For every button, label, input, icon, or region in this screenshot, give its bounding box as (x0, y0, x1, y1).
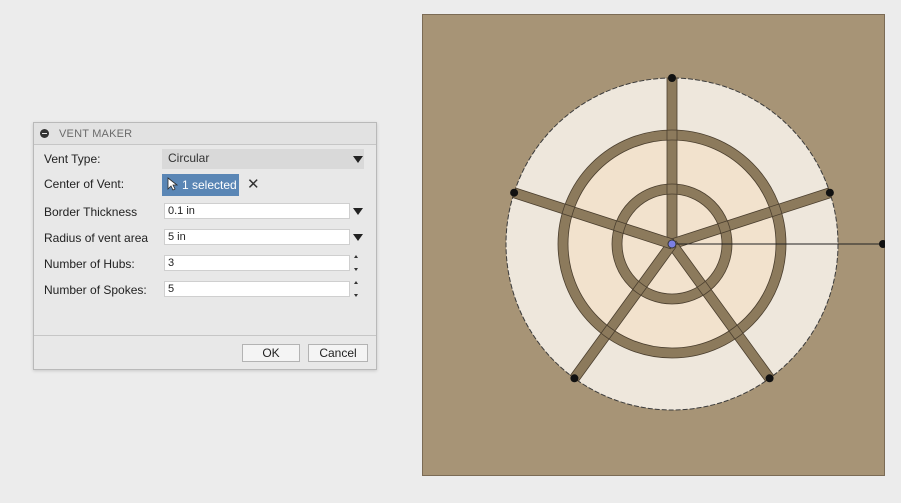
vent-spoke[interactable] (666, 77, 678, 245)
triangle-down-icon[interactable] (353, 156, 363, 163)
vent-type-value: Circular (168, 151, 210, 165)
cancel-button[interactable]: Cancel (308, 344, 368, 362)
vent-type-dropdown[interactable]: Circular (162, 149, 364, 169)
dialog-titlebar[interactable]: VENT MAKER (34, 123, 376, 145)
triangle-down-icon[interactable] (353, 234, 363, 241)
center-of-vent-label: Center of Vent: (44, 177, 125, 191)
spinner-down-icon[interactable] (354, 294, 358, 297)
spoke-handle[interactable] (668, 74, 676, 82)
radius-row: Radius of vent area 5 in (34, 228, 376, 248)
spokes-row: Number of Spokes: 5 (34, 280, 376, 300)
spinner-up-icon[interactable] (354, 255, 358, 258)
hubs-row: Number of Hubs: 3 (34, 254, 376, 274)
spoke-handle[interactable] (510, 188, 519, 197)
hubs-input[interactable]: 3 (164, 255, 350, 271)
spokes-input[interactable]: 5 (164, 281, 350, 297)
hubs-label: Number of Hubs: (44, 257, 135, 271)
spoke-handle[interactable] (825, 188, 834, 197)
spokes-label: Number of Spokes: (44, 283, 147, 297)
center-point[interactable] (667, 239, 677, 249)
close-icon[interactable]: ✕ (247, 175, 260, 193)
ok-button[interactable]: OK (242, 344, 300, 362)
pointer-cursor-icon (167, 177, 178, 191)
triangle-down-icon[interactable] (353, 208, 363, 215)
border-thickness-input[interactable]: 0.1 in (164, 203, 350, 219)
spinner-arrows-icon[interactable] (352, 255, 360, 271)
collapse-icon[interactable] (40, 129, 49, 138)
design-canvas[interactable] (422, 14, 885, 476)
spoke-handle[interactable] (570, 374, 579, 383)
center-selection-button[interactable]: 1 selected (162, 174, 239, 196)
spoke-handle[interactable] (765, 374, 774, 383)
radius-input[interactable]: 5 in (164, 229, 350, 245)
spinner-arrows-icon[interactable] (352, 281, 360, 297)
radius-handle[interactable] (879, 240, 885, 248)
vent-maker-dialog: VENT MAKER Vent Type: Circular Center of… (33, 122, 377, 370)
vent-type-row: Vent Type: Circular (34, 149, 376, 169)
center-selection-value: 1 selected (182, 178, 237, 192)
radius-label: Radius of vent area (44, 231, 149, 245)
vent-sketch (505, 74, 885, 411)
dialog-title: VENT MAKER (59, 127, 133, 140)
dialog-footer: OK Cancel (34, 335, 376, 370)
spinner-down-icon[interactable] (354, 268, 358, 271)
center-of-vent-row: Center of Vent: 1 selected ✕ (34, 174, 376, 196)
border-thickness-label: Border Thickness (44, 205, 138, 219)
vent-type-label: Vent Type: (44, 152, 101, 166)
spinner-up-icon[interactable] (354, 281, 358, 284)
border-thickness-row: Border Thickness 0.1 in (34, 202, 376, 222)
